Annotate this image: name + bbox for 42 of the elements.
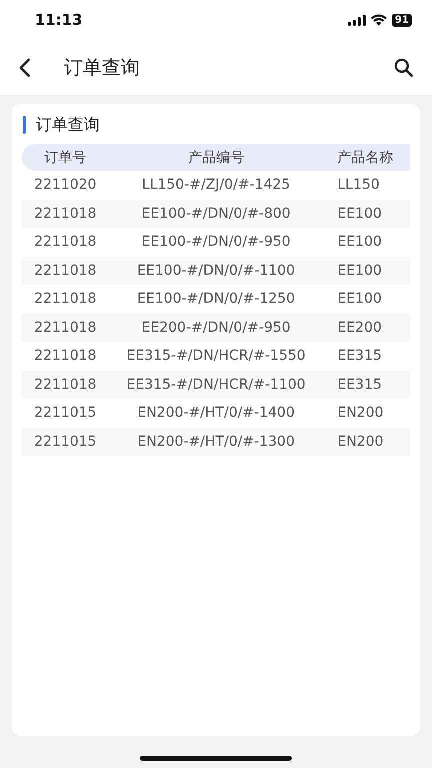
- table-cell-text: EE100-#/DN/0/#-950: [140, 234, 292, 250]
- table-cell-text: EE100: [336, 234, 384, 250]
- table-cell-text: EE315-#/DN/HCR/#-1100: [126, 376, 307, 393]
- back-icon: [18, 58, 32, 78]
- table-cell-text: 2211015: [33, 405, 98, 422]
- search-icon: [394, 58, 414, 78]
- table-cell-text: LL150: [336, 177, 381, 194]
- table-cell-text: EE100: [336, 206, 384, 222]
- table-cell-text: EE315: [336, 348, 384, 364]
- table-cell-text: EN200: [336, 434, 385, 450]
- wifi-icon: [371, 14, 388, 26]
- table-cell-text: EE100-#/DN/0/#-1100: [136, 262, 296, 279]
- table-cell-text: 2211018: [33, 320, 98, 336]
- table-cell-text: 2211018: [33, 376, 98, 393]
- column-header: 产品编号: [187, 148, 246, 166]
- table-cell-text: LL150-#/ZJ/0/#-1425: [141, 177, 292, 194]
- battery-level: 91: [392, 14, 412, 26]
- signal-icon: [348, 14, 366, 26]
- section-title: 订单查询: [36, 114, 100, 136]
- table-cell-text: EN200-#/HT/0/#-1400: [136, 405, 296, 422]
- column-header: 产品名称: [336, 148, 395, 166]
- table-cell-text: EE200: [336, 320, 384, 336]
- table-cell-text: EE100-#/DN/0/#-1250: [136, 291, 296, 308]
- table-cell-text: EN200: [336, 405, 385, 422]
- table-cell-text: 2211020: [33, 177, 98, 194]
- table-cell-text: EE100-#/DN/0/#-800: [140, 206, 292, 222]
- table-cell-text: EN200-#/HT/0/#-1300: [136, 434, 296, 450]
- table-cell-text: 2211018: [33, 262, 98, 279]
- table-cell-text: EE315: [336, 376, 384, 393]
- table-cell-text: 2211018: [33, 291, 98, 308]
- table-cell-text: 2211018: [33, 206, 98, 222]
- accent-bar: [23, 116, 26, 134]
- column-header: 订单号: [44, 148, 88, 166]
- table-cell-text: 2211018: [33, 348, 98, 364]
- page-title: 订单查询: [64, 56, 141, 80]
- table-cell-text: 2211018: [33, 234, 98, 250]
- table-cell-text: EE200-#/DN/0/#-950: [140, 320, 292, 336]
- table-cell-text: 2211015: [33, 434, 98, 450]
- table-cell-text: EE100: [336, 262, 384, 279]
- status-time: 11:13: [35, 11, 83, 29]
- table-cell-text: EE100: [336, 291, 384, 308]
- table-cell-text: EE315-#/DN/HCR/#-1550: [126, 348, 307, 364]
